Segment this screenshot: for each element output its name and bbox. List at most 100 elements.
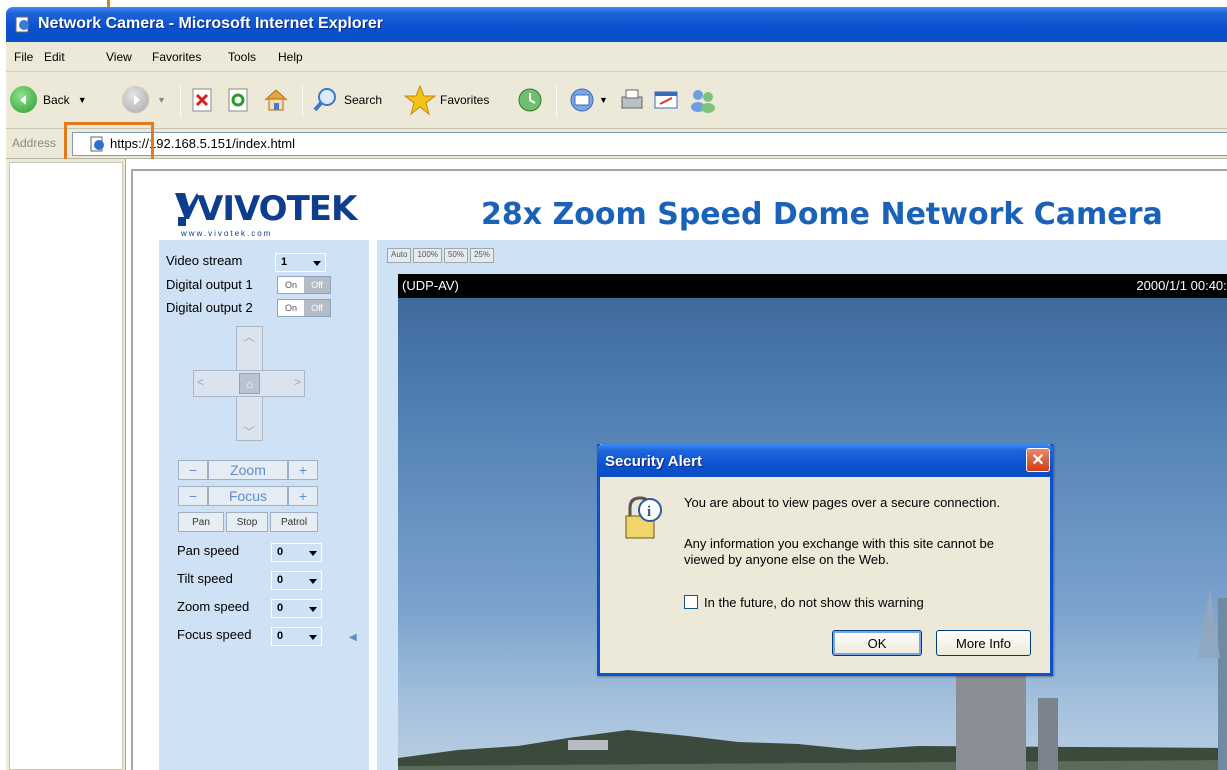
focus-speed-select[interactable]: 0 bbox=[271, 627, 322, 646]
zoom-in-button[interactable]: + bbox=[288, 460, 318, 480]
tilt-down-icon[interactable]: ﹀ bbox=[243, 423, 255, 440]
tilt-speed-select[interactable]: 0 bbox=[271, 571, 322, 590]
view-25-button[interactable]: 25% bbox=[469, 248, 494, 263]
menu-edit[interactable]: Edit bbox=[44, 50, 65, 64]
view-auto-button[interactable]: Auto bbox=[387, 248, 412, 263]
menu-favorites[interactable]: Favorites bbox=[152, 50, 201, 64]
on-option[interactable]: On bbox=[278, 277, 304, 293]
window-title: Network Camera - Microsoft Internet Expl… bbox=[38, 15, 383, 32]
refresh-button[interactable] bbox=[226, 87, 252, 113]
logo-text: VIVOTEK bbox=[197, 189, 357, 229]
search-icon bbox=[313, 88, 336, 112]
dropdown-arrow-icon bbox=[309, 635, 317, 640]
zoom-label: Zoom bbox=[230, 462, 266, 478]
video-stream-select[interactable]: 1 bbox=[275, 253, 326, 272]
messenger-icon bbox=[691, 90, 715, 113]
refresh-icon bbox=[228, 88, 248, 112]
minus-label: − bbox=[188, 462, 198, 478]
dont-show-checkbox[interactable] bbox=[684, 595, 698, 609]
window-titlebar: Network Camera - Microsoft Internet Expl… bbox=[6, 7, 1227, 42]
digital-output-1-toggle[interactable]: On Off bbox=[277, 276, 331, 294]
zoom-out-button[interactable]: − bbox=[178, 460, 208, 480]
more-info-button[interactable]: More Info bbox=[936, 630, 1031, 656]
edit-button[interactable] bbox=[652, 86, 680, 114]
home-button[interactable] bbox=[262, 86, 290, 114]
video-protocol: (UDP-AV) bbox=[402, 278, 459, 293]
back-button[interactable]: Back ▼ bbox=[10, 86, 87, 113]
stop-button[interactable] bbox=[190, 87, 216, 113]
explorer-pane-content bbox=[9, 162, 123, 770]
zoom-label-bar: Zoom bbox=[208, 460, 288, 480]
dropdown-arrow-icon bbox=[313, 261, 321, 266]
dialog-titlebar: Security Alert ✕ bbox=[597, 444, 1053, 477]
history-button[interactable] bbox=[516, 86, 544, 114]
focus-label-bar: Focus bbox=[208, 486, 288, 506]
forward-dropdown-icon[interactable]: ▼ bbox=[157, 95, 166, 105]
patrol-button[interactable]: Patrol bbox=[270, 512, 318, 532]
menu-view[interactable]: View bbox=[106, 50, 132, 64]
url-highlight-box bbox=[64, 122, 154, 164]
pan-speed-select[interactable]: 0 bbox=[271, 543, 322, 562]
focus-near-button[interactable]: − bbox=[178, 486, 208, 506]
minus-label: − bbox=[188, 488, 198, 504]
messenger-button[interactable] bbox=[688, 86, 718, 114]
pan-button[interactable]: Pan bbox=[178, 512, 224, 532]
menu-tools[interactable]: Tools bbox=[228, 50, 256, 64]
favorites-button[interactable]: Favorites bbox=[404, 84, 489, 116]
forward-button[interactable]: ▼ bbox=[122, 86, 166, 113]
security-alert-dialog: Security Alert ✕ i You are about to view… bbox=[597, 444, 1053, 676]
video-info-bar: (UDP-AV) 2000/1/1 00:40:5 bbox=[398, 274, 1227, 298]
tilt-up-icon[interactable]: ︿ bbox=[243, 328, 255, 345]
video-timestamp: 2000/1/1 00:40:5 bbox=[1136, 278, 1227, 293]
home-icon bbox=[264, 89, 288, 111]
vivotek-logo: VIVOTEK www.vivotek.com bbox=[175, 189, 357, 241]
menu-file[interactable]: File bbox=[14, 50, 33, 64]
print-button[interactable] bbox=[618, 86, 646, 114]
address-label: Address bbox=[12, 136, 57, 150]
menu-help[interactable]: Help bbox=[278, 50, 303, 64]
pan-left-icon[interactable]: < bbox=[197, 375, 204, 389]
ok-button[interactable]: OK bbox=[832, 630, 922, 656]
dropdown-arrow-icon bbox=[309, 607, 317, 612]
stop-ptz-button[interactable]: Stop bbox=[226, 512, 268, 532]
focus-label: Focus bbox=[228, 488, 268, 504]
mail-icon bbox=[570, 88, 594, 112]
dialog-message-2-line-2: viewed by anyone else on the Web. bbox=[684, 552, 890, 567]
off-option[interactable]: Off bbox=[304, 300, 330, 316]
zoom-speed-label: Zoom speed bbox=[177, 599, 250, 614]
page-title: 28x Zoom Speed Dome Network Camera bbox=[481, 197, 1163, 232]
dropdown-arrow-icon bbox=[309, 551, 317, 556]
focus-speed-label: Focus speed bbox=[177, 627, 252, 642]
svg-text:i: i bbox=[647, 504, 651, 520]
plus-label: + bbox=[298, 462, 308, 478]
mail-button[interactable]: ▼ bbox=[568, 86, 608, 114]
mail-dropdown-icon[interactable]: ▼ bbox=[599, 95, 608, 105]
view-50-button[interactable]: 50% bbox=[443, 248, 468, 263]
address-bar: Address https://192.168.5.151/index.html bbox=[6, 129, 1227, 159]
digital-output-2-toggle[interactable]: On Off bbox=[277, 299, 331, 317]
home-position-icon[interactable]: ⌂ bbox=[239, 373, 260, 394]
focus-far-button[interactable]: + bbox=[288, 486, 318, 506]
zoom-speed-select[interactable]: 0 bbox=[271, 599, 322, 618]
logo-subtext: www.vivotek.com bbox=[181, 229, 273, 238]
close-icon[interactable]: ✕ bbox=[1026, 448, 1050, 472]
pan-right-icon[interactable]: > bbox=[294, 375, 301, 389]
pan-speed-label: Pan speed bbox=[177, 543, 240, 558]
stop-icon bbox=[192, 88, 212, 112]
control-panel: Video stream 1 Digital output 1 On Off Di… bbox=[159, 240, 369, 770]
address-field[interactable]: https://192.168.5.151/index.html bbox=[72, 132, 1227, 156]
logo-mark-icon bbox=[175, 193, 199, 226]
dialog-title: Security Alert bbox=[605, 453, 702, 470]
history-icon bbox=[518, 88, 542, 112]
search-button[interactable]: Search bbox=[312, 86, 382, 114]
off-option[interactable]: Off bbox=[304, 277, 330, 293]
toolbar: Back ▼ ▼ Search Favorites ▼ bbox=[6, 72, 1227, 129]
collapse-panel-icon[interactable]: ◀ bbox=[349, 632, 357, 643]
back-arrow-icon bbox=[10, 86, 37, 113]
favorites-star-icon bbox=[404, 84, 436, 116]
on-option[interactable]: On bbox=[278, 300, 304, 316]
back-label: Back bbox=[43, 92, 70, 107]
view-100-button[interactable]: 100% bbox=[413, 248, 442, 263]
dont-show-label[interactable]: In the future, do not show this warning bbox=[704, 595, 924, 611]
back-dropdown-icon[interactable]: ▼ bbox=[78, 95, 87, 105]
